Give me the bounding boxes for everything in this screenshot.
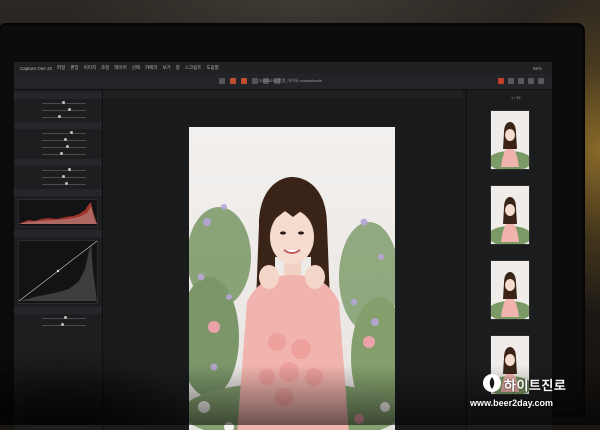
- slider-row[interactable]: [18, 107, 98, 113]
- tool-header-exposure[interactable]: [14, 122, 102, 129]
- tool-header-curve[interactable]: [14, 230, 102, 237]
- watermark: 하이트진로 www.beer2day.com: [470, 373, 588, 413]
- slider-row[interactable]: [18, 181, 98, 187]
- export-icon[interactable]: [498, 78, 504, 84]
- grid-icon[interactable]: [508, 78, 514, 84]
- slider-row[interactable]: [18, 130, 98, 136]
- brand-logo-icon: [483, 374, 501, 392]
- app-name[interactable]: Capture One 22: [20, 66, 52, 71]
- wb-picker-icon[interactable]: [241, 78, 247, 84]
- slider-row[interactable]: [18, 144, 98, 150]
- watermark-url: www.beer2day.com: [470, 398, 554, 408]
- settings-icon[interactable]: [528, 78, 534, 84]
- menu-item-image[interactable]: 이미지: [84, 65, 96, 71]
- menu-item-camera[interactable]: 카메라: [145, 65, 157, 71]
- menu-item-window[interactable]: 창: [176, 65, 180, 71]
- thumbnail-image: [491, 186, 529, 244]
- menu-item-file[interactable]: 파일: [57, 65, 65, 71]
- thumbnail[interactable]: [490, 110, 530, 170]
- toolbar: 20201010 촬영_아이유.cosessiondb: [14, 74, 552, 90]
- document-title: 20201010 촬영_아이유.cosessiondb: [259, 78, 322, 83]
- slider-row[interactable]: [18, 137, 98, 143]
- menu-item-layer[interactable]: 레이어: [114, 65, 126, 71]
- browser-count: 1 / 51: [511, 95, 522, 100]
- menu-item-help[interactable]: 도움말: [206, 65, 218, 71]
- tool-header-levels[interactable]: [14, 189, 102, 196]
- curve-editor[interactable]: [18, 240, 98, 304]
- levels-histogram[interactable]: [18, 199, 98, 227]
- curve-graph: [18, 240, 98, 302]
- tool-header-hdr[interactable]: [14, 159, 102, 166]
- slider-row[interactable]: [18, 167, 98, 173]
- slider-row[interactable]: [18, 151, 98, 157]
- tool-header-base[interactable]: [14, 92, 102, 99]
- menu-bar: Capture One 22 파일 편집 이미지 조정 레이어 선택 카메라 보…: [14, 62, 552, 74]
- thumbnail[interactable]: [490, 260, 530, 320]
- hand-tool-icon[interactable]: [219, 78, 225, 84]
- toolbar-right-icons: [498, 78, 544, 84]
- slider-row[interactable]: [18, 100, 98, 106]
- menu-item-scripts[interactable]: 스크립트: [185, 65, 202, 71]
- menu-item-edit[interactable]: 편집: [70, 65, 78, 71]
- color-picker-icon[interactable]: [230, 78, 236, 84]
- viewer-toolbar: [103, 90, 463, 98]
- crop-icon[interactable]: [252, 78, 258, 84]
- histogram-graph: [19, 202, 97, 224]
- thumbnail-image: [491, 111, 529, 169]
- thumbnail[interactable]: [490, 185, 530, 245]
- slider-row[interactable]: [18, 174, 98, 180]
- compare-icon[interactable]: [518, 78, 524, 84]
- menu-item-view[interactable]: 보기: [162, 65, 170, 71]
- menu-item-select[interactable]: 선택: [132, 65, 140, 71]
- battery-status: 96%: [532, 65, 542, 71]
- slider-row[interactable]: [18, 114, 98, 120]
- watermark-brand: 하이트진로: [504, 378, 567, 393]
- help-icon[interactable]: [538, 78, 544, 84]
- menu-item-adjust[interactable]: 조정: [101, 65, 109, 71]
- thumbnail-image: [491, 261, 529, 319]
